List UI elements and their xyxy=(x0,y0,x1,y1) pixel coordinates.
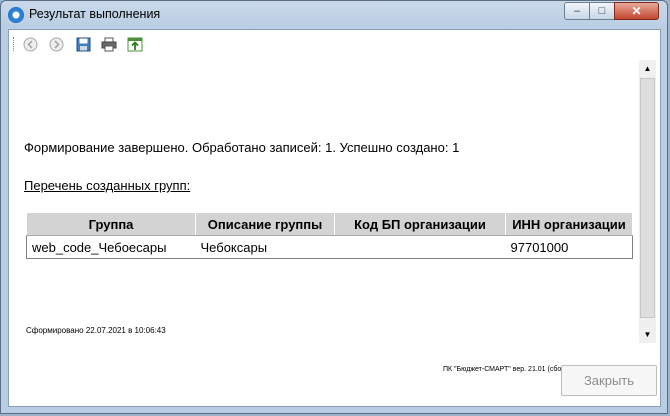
maximize-button[interactable]: □ xyxy=(589,2,615,20)
summary-text: Формирование завершено. Обработано запис… xyxy=(24,140,460,155)
toolbar-grip xyxy=(13,37,16,51)
groups-table: Группа Описание группы Код БП организаци… xyxy=(26,212,633,259)
scroll-up-arrow-icon[interactable]: ▲ xyxy=(639,60,656,77)
scroll-down-arrow-icon[interactable]: ▼ xyxy=(639,326,656,343)
close-window-button[interactable]: ✕ xyxy=(614,2,659,20)
report-toolbar xyxy=(9,30,660,56)
export-button[interactable] xyxy=(127,36,143,52)
table-header-row: Группа Описание группы Код БП организаци… xyxy=(26,212,633,236)
forward-button[interactable] xyxy=(48,36,64,52)
column-header-group: Группа xyxy=(26,212,196,236)
vertical-scrollbar[interactable]: ▲ ▼ xyxy=(639,60,656,343)
save-icon xyxy=(76,37,90,51)
back-icon xyxy=(23,37,37,51)
created-groups-link[interactable]: Перечень созданных групп: xyxy=(24,178,190,193)
table-row: web_code_Чебоесары Чебоксары 97701000 xyxy=(27,236,633,259)
minimize-button[interactable]: – xyxy=(564,2,590,20)
column-header-bp-code: Код БП организации xyxy=(334,212,506,236)
cell-group: web_code_Чебоесары xyxy=(32,239,167,255)
column-header-description: Описание группы xyxy=(195,212,335,236)
export-icon xyxy=(127,37,143,52)
cell-bp-code xyxy=(335,236,506,259)
app-icon xyxy=(8,7,24,23)
scrollbar-thumb[interactable] xyxy=(640,78,655,318)
minimize-icon: – xyxy=(573,5,581,17)
maximize-icon: □ xyxy=(598,5,606,17)
print-button[interactable] xyxy=(101,36,117,52)
back-button[interactable] xyxy=(22,36,38,52)
print-icon xyxy=(101,37,117,51)
title-bar[interactable]: Результат выполнения – □ ✕ xyxy=(1,1,667,29)
save-button[interactable] xyxy=(75,36,91,52)
window-title: Результат выполнения xyxy=(29,7,161,21)
forward-icon xyxy=(49,37,63,51)
cell-description: Чебоксары xyxy=(200,239,268,255)
close-icon: ✕ xyxy=(631,4,642,18)
dialog-window: Результат выполнения – □ ✕ Формирование … xyxy=(0,0,668,414)
generated-timestamp: Сформировано 22.07.2021 в 10:06:43 xyxy=(26,326,166,335)
cell-inn: 97701000 xyxy=(510,239,569,255)
report-viewer: Формирование завершено. Обработано запис… xyxy=(11,58,639,376)
client-area: Формирование завершено. Обработано запис… xyxy=(8,29,661,407)
column-header-inn: ИНН организации xyxy=(505,212,633,236)
close-button[interactable]: Закрыть xyxy=(561,365,657,396)
